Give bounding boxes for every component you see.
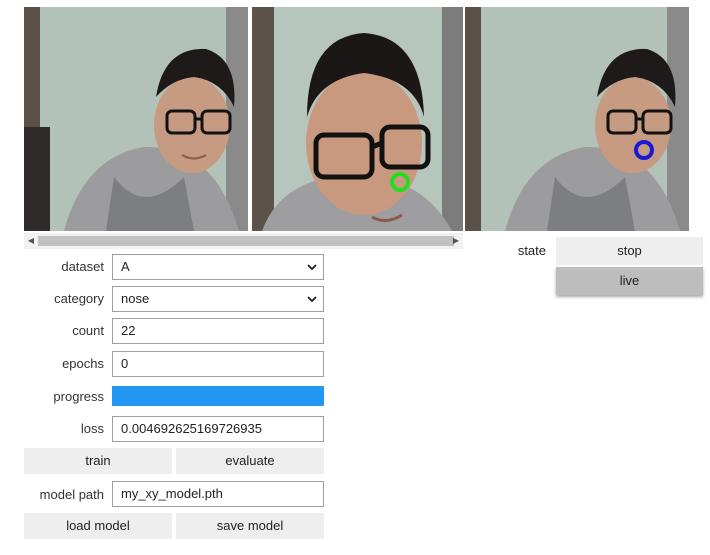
category-value: nose	[121, 291, 150, 306]
dataset-label: dataset	[61, 259, 104, 274]
count-field[interactable]: 22	[112, 318, 324, 344]
loss-label: loss	[80, 421, 104, 436]
epochs-label: epochs	[62, 356, 104, 371]
progress-bar	[112, 386, 324, 406]
load-model-button[interactable]: load model	[24, 513, 172, 539]
save-model-button[interactable]: save model	[176, 513, 324, 539]
chevron-down-icon	[307, 296, 317, 303]
scrollbar-thumb[interactable]	[38, 236, 454, 246]
train-button[interactable]: train	[24, 448, 172, 474]
state-stop-button[interactable]: stop	[556, 237, 703, 265]
evaluate-button[interactable]: evaluate	[176, 448, 324, 474]
camera-frame-prediction	[465, 7, 689, 231]
scroll-right-arrow-icon[interactable]: ▶	[449, 233, 463, 249]
state-live-button[interactable]: live	[556, 267, 703, 295]
chevron-down-icon	[307, 264, 317, 271]
scroll-left-arrow-icon[interactable]: ◀	[24, 233, 38, 249]
camera-frame-raw	[24, 7, 248, 231]
model-path-label: model path	[39, 487, 104, 502]
dataset-value: A	[121, 259, 130, 274]
model-path-field[interactable]: my_xy_model.pth	[112, 481, 324, 507]
loss-field[interactable]: 0.004692625169726935	[112, 416, 324, 442]
camera-frame-target	[252, 7, 463, 231]
state-label: state	[517, 243, 546, 258]
category-label: category	[54, 291, 104, 306]
dataset-select[interactable]: A	[112, 254, 324, 280]
count-label: count	[72, 323, 104, 338]
category-select[interactable]: nose	[112, 286, 324, 312]
epochs-field[interactable]: 0	[112, 351, 324, 377]
progress-label: progress	[53, 389, 104, 404]
image-scrollbar[interactable]: ◀ ▶	[24, 233, 463, 249]
